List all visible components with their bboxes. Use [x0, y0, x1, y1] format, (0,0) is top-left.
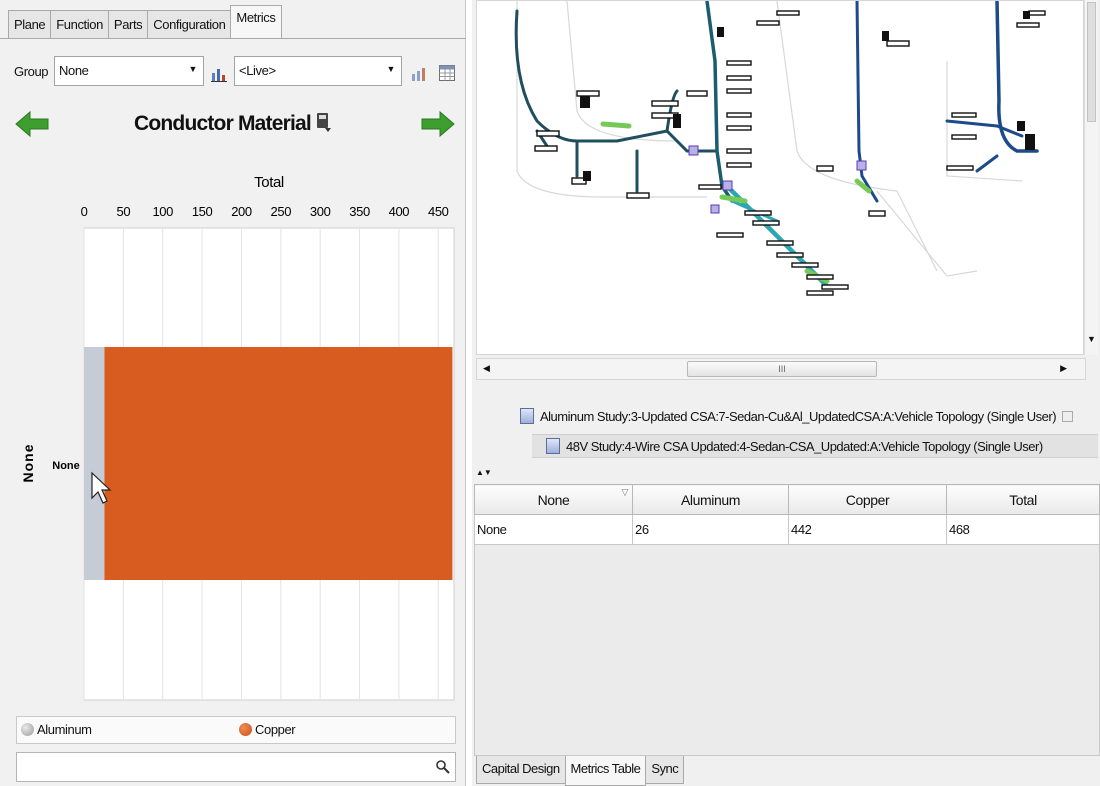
- sort-icon[interactable]: ▽: [621, 487, 628, 498]
- tab-metrics-table[interactable]: Metrics Table: [564, 756, 647, 786]
- splice-nodes: [688, 145, 867, 214]
- chart-type-icon[interactable]: [210, 65, 228, 83]
- document-list: Aluminum Study:3-Updated CSA:7-Sedan-Cu&…: [472, 398, 1100, 460]
- document-item-48v-study[interactable]: 48V Study:4-Wire CSA Updated:4-Sedan-CSA…: [532, 434, 1098, 458]
- x-tick-label: 400: [389, 204, 410, 219]
- document-icon: [520, 408, 534, 424]
- tab-capital-design[interactable]: Capital Design: [476, 756, 566, 784]
- collapse-arrows-icon[interactable]: ▲▼: [476, 468, 492, 477]
- column-header-label: None: [537, 491, 570, 508]
- panel-tabs: Plane Function Parts Configuration Metri…: [8, 4, 282, 38]
- x-axis-title: Total: [254, 174, 284, 191]
- chart-title-text: Conductor Material: [134, 112, 312, 135]
- scroll-down-arrow-icon[interactable]: ▼: [1087, 334, 1096, 344]
- bottom-tabs: Capital Design Metrics Table Sync: [476, 756, 685, 786]
- magnifier-icon[interactable]: [435, 759, 451, 775]
- legend-item-aluminum[interactable]: Aluminum: [21, 722, 92, 737]
- tab-sync[interactable]: Sync: [645, 756, 685, 784]
- table-cell[interactable]: 468: [946, 514, 1100, 545]
- x-tick-label: 0: [81, 204, 88, 219]
- tab-metrics[interactable]: Metrics: [230, 5, 282, 38]
- scroll-right-arrow-icon[interactable]: ▶: [1060, 363, 1067, 374]
- splitter[interactable]: ▲▼: [472, 468, 1100, 478]
- connector-blocks: [580, 11, 1035, 181]
- table-cell[interactable]: 442: [788, 514, 947, 545]
- design-panel: ▼ ◀ III ▶ Aluminum Study:3-Updated CSA:7…: [472, 0, 1100, 786]
- group-label: Group: [14, 64, 49, 79]
- x-tick-label: 100: [152, 204, 173, 219]
- category-label: None: [52, 460, 80, 472]
- topology-canvas[interactable]: [476, 0, 1084, 355]
- connectors: [534, 10, 1046, 296]
- close-icon[interactable]: [1062, 410, 1074, 422]
- x-tick-label: 300: [310, 204, 331, 219]
- harness-diagram[interactable]: [477, 1, 1084, 355]
- metrics-table: None ▽ Aluminum Copper Total None 26 442…: [474, 484, 1100, 545]
- table-header-row: None ▽ Aluminum Copper Total: [474, 484, 1100, 515]
- chart-menu-icon[interactable]: [316, 112, 332, 132]
- x-tick-label: 50: [117, 204, 131, 219]
- next-arrow-icon[interactable]: [420, 110, 456, 138]
- metrics-panel: Plane Function Parts Configuration Metri…: [0, 0, 466, 786]
- table-cell[interactable]: None: [474, 514, 633, 545]
- group-select-value: None: [59, 63, 89, 78]
- table-view-icon[interactable]: [438, 64, 456, 82]
- vehicle-outline: [516, 1, 1023, 277]
- y-axis-title: None: [20, 444, 36, 483]
- bars: [84, 347, 453, 580]
- metrics-toolbar: Group None ▼ <Live> ▼: [0, 50, 466, 90]
- column-header-copper[interactable]: Copper: [788, 484, 947, 515]
- document-title: Aluminum Study:3-Updated CSA:7-Sedan-Cu&…: [540, 408, 1057, 424]
- legend-item-copper[interactable]: Copper: [239, 722, 296, 737]
- dropdown-arrow-icon: ▼: [386, 64, 395, 74]
- x-tick-label: 350: [349, 204, 370, 219]
- legend-label: Copper: [255, 722, 296, 737]
- group-select[interactable]: None ▼: [54, 56, 204, 86]
- column-header-aluminum[interactable]: Aluminum: [632, 484, 789, 515]
- horizontal-scrollbar[interactable]: ◀ III ▶: [476, 358, 1086, 380]
- tab-divider: [0, 38, 466, 39]
- x-axis-ticks: 0 50 100 150 200 250 300 350 400 450: [81, 204, 449, 219]
- x-tick-label: 450: [428, 204, 449, 219]
- x-tick-label: 200: [231, 204, 252, 219]
- bar-segment-copper[interactable]: [104, 347, 453, 580]
- document-title: 48V Study:4-Wire CSA Updated:4-Sedan-CSA…: [566, 438, 1043, 454]
- conductor-material-chart: 0 50 100 150 200 250 300 350 400 450 Total None N…: [20, 174, 455, 701]
- dropdown-arrow-icon: ▼: [188, 64, 197, 74]
- vertical-scrollbar[interactable]: ▼: [1084, 0, 1098, 355]
- chart-legend: Aluminum Copper: [16, 716, 456, 744]
- legend-label: Aluminum: [37, 722, 92, 737]
- view-select[interactable]: <Live> ▼: [234, 56, 402, 86]
- column-header-none[interactable]: None ▽: [474, 484, 633, 515]
- chart-options-icon[interactable]: [410, 65, 428, 83]
- horizontal-scroll-thumb[interactable]: III: [687, 361, 877, 377]
- tab-parts[interactable]: Parts: [107, 10, 149, 38]
- x-tick-label: 150: [192, 204, 213, 219]
- table-row[interactable]: None 26 442 468: [474, 514, 1100, 545]
- tab-configuration[interactable]: Configuration: [147, 10, 232, 38]
- document-item-aluminum-study[interactable]: Aluminum Study:3-Updated CSA:7-Sedan-Cu&…: [520, 408, 1074, 424]
- legend-swatch-copper: [239, 723, 252, 736]
- tab-plane[interactable]: Plane: [8, 10, 52, 38]
- chart-title: Conductor Material: [0, 112, 466, 136]
- table-cell[interactable]: 26: [632, 514, 789, 545]
- legend-swatch-aluminum: [21, 723, 34, 736]
- vertical-scroll-thumb[interactable]: [1087, 2, 1096, 122]
- x-tick-label: 250: [271, 204, 292, 219]
- search-input[interactable]: [16, 752, 456, 782]
- tab-function[interactable]: Function: [50, 10, 109, 38]
- scroll-left-arrow-icon[interactable]: ◀: [483, 363, 490, 374]
- column-header-total[interactable]: Total: [946, 484, 1100, 515]
- view-select-value: <Live>: [239, 63, 276, 78]
- bar-segment-aluminum[interactable]: [84, 347, 105, 580]
- document-icon: [546, 438, 560, 454]
